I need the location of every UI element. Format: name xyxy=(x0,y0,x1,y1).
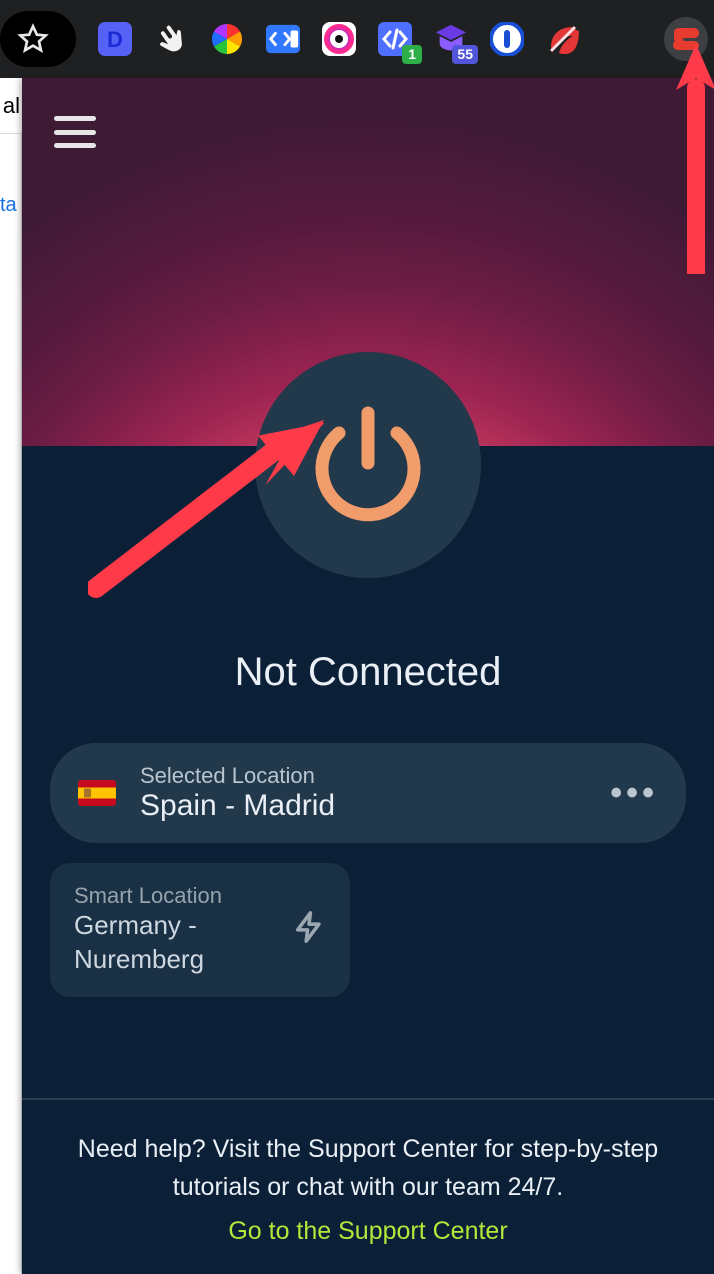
hamburger-icon xyxy=(54,116,96,121)
target-extension-icon[interactable] xyxy=(322,22,356,56)
leaf-extension-icon[interactable] xyxy=(546,22,580,56)
selected-location-card[interactable]: Selected Location Spain - Madrid ••• xyxy=(50,743,686,843)
lightning-icon xyxy=(292,910,326,949)
selected-location-value: Spain - Madrid xyxy=(140,789,586,823)
page-background xyxy=(0,78,22,1274)
svg-text:D: D xyxy=(107,27,123,52)
browser-toolbar: D 1 55 xyxy=(0,0,714,78)
connection-status: Not Connected xyxy=(22,650,714,695)
devtools-extension-icon[interactable]: 1 xyxy=(378,22,412,56)
smart-location-value: Germany - Nuremberg xyxy=(74,909,278,977)
location-cards: Selected Location Spain - Madrid ••• Sma… xyxy=(22,695,714,997)
menu-button[interactable] xyxy=(54,112,104,152)
flag-spain-icon xyxy=(78,780,116,806)
footer-help-text: Need help? Visit the Support Center for … xyxy=(56,1130,680,1208)
annotation-arrow-down-icon xyxy=(672,44,714,274)
bookmark-star-icon[interactable] xyxy=(16,22,50,56)
toolbar-pill xyxy=(0,11,76,67)
hand-extension-icon[interactable] xyxy=(154,22,188,56)
onepassword-extension-icon[interactable] xyxy=(490,22,524,56)
colorwheel-extension-icon[interactable] xyxy=(210,22,244,56)
smart-location-label: Smart Location xyxy=(74,883,278,909)
page-tab-fragment: al xyxy=(0,78,22,134)
page-link-fragment[interactable]: ta xyxy=(0,194,17,217)
graduation-badge: 55 xyxy=(452,45,478,64)
smart-location-card[interactable]: Smart Location Germany - Nuremberg xyxy=(50,863,350,997)
d-extension-icon[interactable]: D xyxy=(98,22,132,56)
code-extension-icon[interactable] xyxy=(266,22,300,56)
annotation-arrow-diagonal-icon xyxy=(88,398,328,598)
devtools-badge: 1 xyxy=(402,45,422,64)
support-center-link[interactable]: Go to the Support Center xyxy=(228,1217,507,1246)
power-icon xyxy=(313,405,423,525)
graduation-extension-icon[interactable]: 55 xyxy=(434,22,468,56)
selected-location-label: Selected Location xyxy=(140,763,586,789)
popup-footer: Need help? Visit the Support Center for … xyxy=(22,1098,714,1274)
vpn-popup: Not Connected Selected Location Spain - … xyxy=(22,78,714,1274)
